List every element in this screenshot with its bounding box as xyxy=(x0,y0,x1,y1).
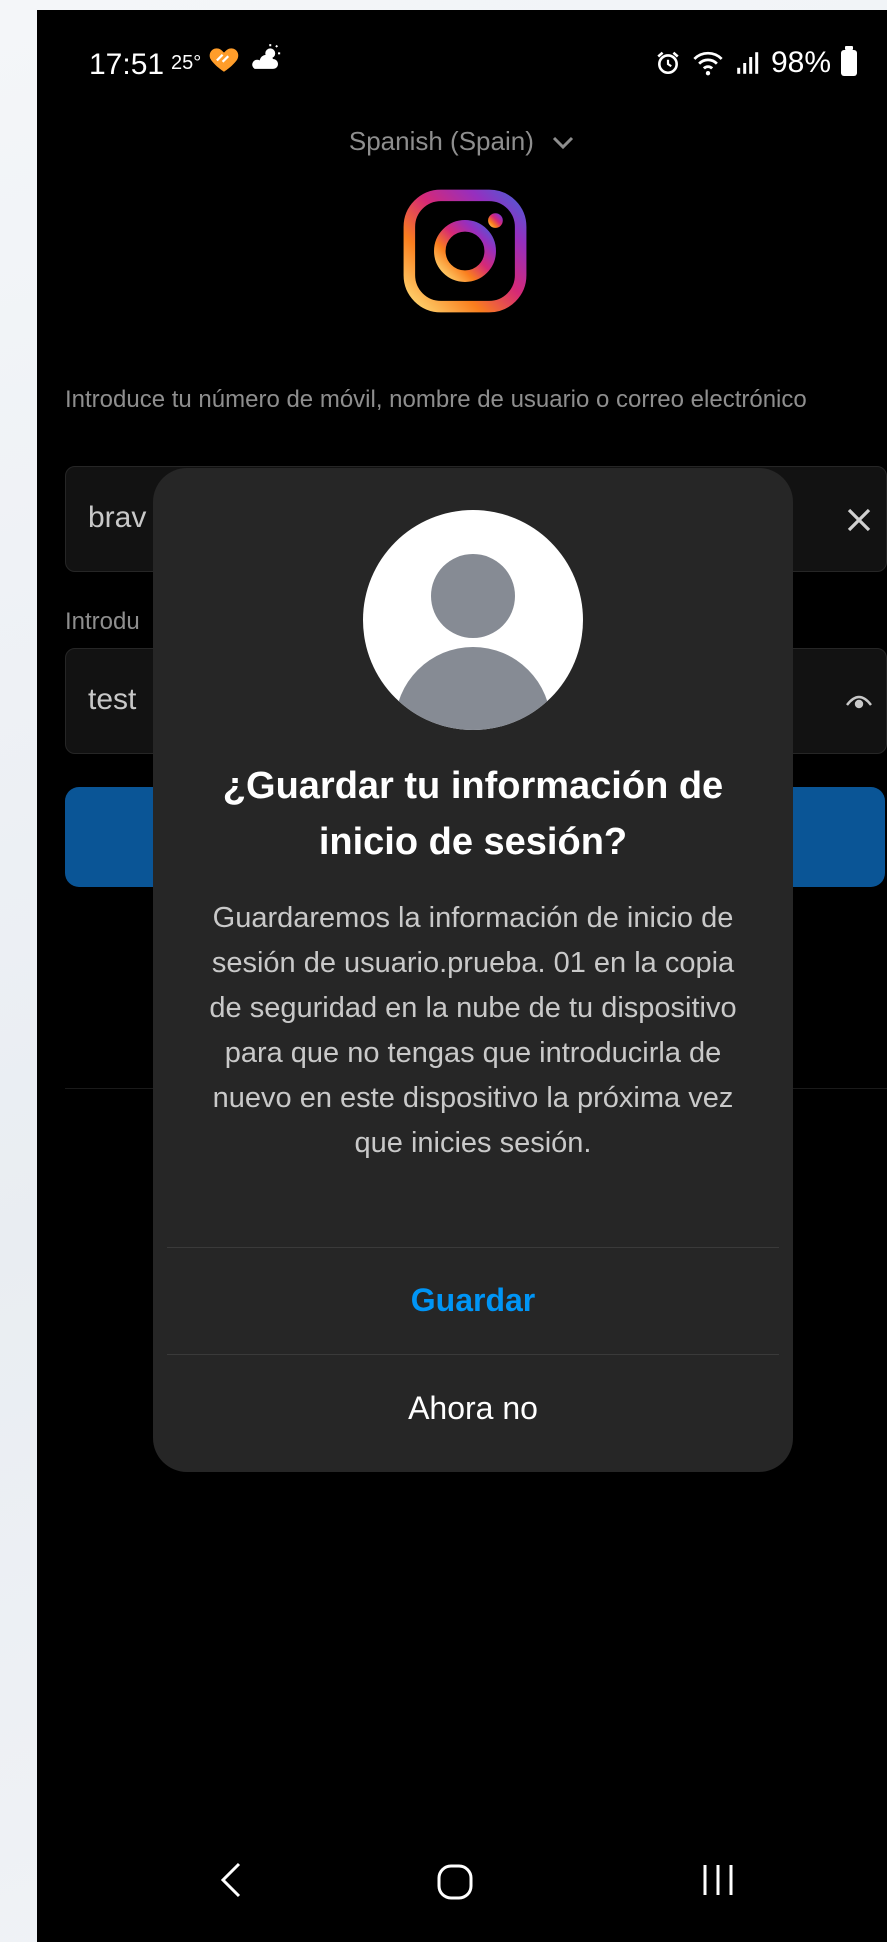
back-icon[interactable] xyxy=(215,1860,245,1900)
status-temperature: 25° xyxy=(171,52,202,74)
dialog-message: Guardaremos la información de inicio de … xyxy=(209,902,737,1159)
heart-notification-icon xyxy=(209,48,239,72)
status-bar: 17:51 25° 98% xyxy=(37,10,887,110)
dialog-title: ¿Guardar tu información de inicio de ses… xyxy=(222,765,724,863)
language-label: Spanish (Spain) xyxy=(348,126,534,156)
username-label: Introduce tu número de móvil, nombre de … xyxy=(65,386,807,413)
home-icon[interactable] xyxy=(435,1862,475,1902)
save-button[interactable]: Guardar xyxy=(153,1247,793,1354)
close-icon[interactable] xyxy=(844,505,874,535)
default-avatar-icon xyxy=(395,554,551,730)
weather-icon xyxy=(252,44,281,69)
battery-percentage: 98% xyxy=(770,46,831,79)
status-right-icons: 98% xyxy=(655,46,857,80)
phone-screen: 17:51 25° 98% Spanish (Spain) Introduce … xyxy=(37,10,887,1942)
language-selector[interactable]: Spanish (Spain) xyxy=(37,126,887,157)
username-value: brav xyxy=(88,501,147,534)
password-value: test xyxy=(88,683,137,716)
signal-icon xyxy=(737,52,759,74)
status-time: 17:51 xyxy=(89,48,165,81)
chevron-down-icon xyxy=(553,137,574,150)
recent-apps-icon[interactable] xyxy=(701,1862,735,1898)
battery-icon xyxy=(841,46,857,76)
status-notification-icons xyxy=(207,42,283,76)
alarm-icon xyxy=(657,51,679,75)
password-label: Introdu xyxy=(65,608,140,635)
wifi-icon xyxy=(693,51,723,76)
eye-icon[interactable] xyxy=(846,691,872,711)
avatar xyxy=(363,510,583,730)
navigation-bar xyxy=(37,1840,887,1942)
not-now-button[interactable]: Ahora no xyxy=(153,1355,793,1462)
instagram-logo-icon xyxy=(403,189,527,313)
save-login-dialog: ¿Guardar tu información de inicio de ses… xyxy=(153,468,793,1472)
